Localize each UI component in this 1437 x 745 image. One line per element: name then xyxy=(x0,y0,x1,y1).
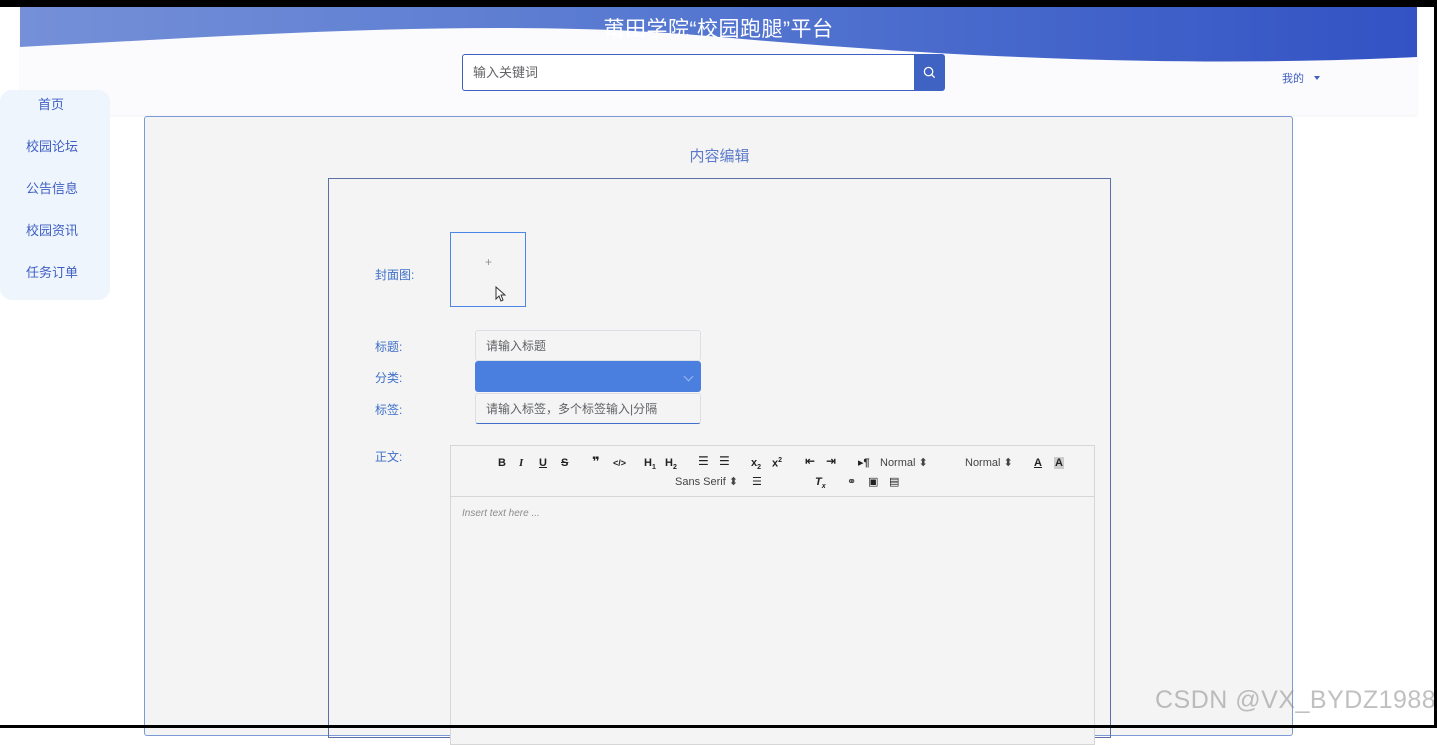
background-color-icon[interactable]: A xyxy=(1054,457,1064,469)
editor-toolbar: B I U S ❞ </> H1 H2 ☰ ☰ x2 x2 ⇤ ⇥ ▸¶ Nor… xyxy=(451,446,1094,497)
blockquote-icon[interactable]: ❞ xyxy=(592,455,600,468)
subscript-icon[interactable]: x2 xyxy=(751,457,761,474)
editor-content[interactable]: Insert text here ... xyxy=(462,508,540,519)
clear-format-icon[interactable]: Tx xyxy=(815,476,826,493)
text-direction-icon[interactable]: ▸¶ xyxy=(858,457,870,469)
strikethrough-icon[interactable]: S xyxy=(561,457,568,469)
tags-placeholder: 请输入标签，多个标签输入|分隔 xyxy=(486,402,658,416)
title-label: 标题: xyxy=(375,340,403,354)
category-select[interactable] xyxy=(475,361,701,392)
bold-icon[interactable]: B xyxy=(498,457,506,469)
superscript-icon[interactable]: x2 xyxy=(772,455,782,470)
site-header: 莆田学院“校园跑腿”平台 我的 xyxy=(20,7,1417,115)
content-panel: 内容编辑 封面图: + 标题: 请输入标题 分类: 标签: 请输入标签，多个标签… xyxy=(144,116,1293,745)
outdent-icon[interactable]: ⇤ xyxy=(805,455,815,467)
link-icon[interactable]: ⚭ xyxy=(847,476,856,488)
size-select-value: Normal xyxy=(965,457,1001,469)
underline-icon[interactable]: U xyxy=(539,457,547,469)
cover-upload[interactable]: + xyxy=(450,232,526,307)
sidebar-item-home[interactable]: 首页 xyxy=(38,94,78,113)
editor-placeholder: Insert text here ... xyxy=(462,508,540,519)
video-icon[interactable]: ▤ xyxy=(889,476,899,488)
tags-label: 标签: xyxy=(375,403,403,417)
sidebar-item-label: 公告信息 xyxy=(26,181,79,196)
sidebar-item-forum[interactable]: 校园论坛 xyxy=(26,136,96,155)
header-select-value: Normal xyxy=(880,457,916,469)
user-menu[interactable]: 我的 xyxy=(1282,70,1320,86)
align-icon[interactable]: ☰ xyxy=(752,476,762,488)
heading-1-icon[interactable]: H1 xyxy=(644,457,656,474)
user-menu-label: 我的 xyxy=(1282,73,1304,85)
page-title: 内容编辑 xyxy=(689,148,750,165)
italic-icon[interactable]: I xyxy=(519,457,523,469)
ordered-list-icon[interactable]: ☰ xyxy=(698,455,709,467)
category-label: 分类: xyxy=(375,371,403,385)
body-label: 正文: xyxy=(375,450,403,464)
sidebar-item-label: 任务订单 xyxy=(26,265,79,280)
title-input[interactable]: 请输入标题 xyxy=(475,330,701,361)
sidebar-item-label: 首页 xyxy=(38,97,65,112)
search-input[interactable] xyxy=(462,54,915,91)
font-select-value: Sans Serif xyxy=(675,476,726,488)
indent-icon[interactable]: ⇥ xyxy=(826,455,836,467)
rich-text-editor: B I U S ❞ </> H1 H2 ☰ ☰ x2 x2 ⇤ ⇥ ▸¶ Nor… xyxy=(450,445,1095,745)
image-icon[interactable]: ▣ xyxy=(868,476,878,488)
search-icon xyxy=(923,66,936,79)
title-placeholder: 请输入标题 xyxy=(486,339,547,353)
mouse-pointer-icon xyxy=(495,286,506,302)
screen-top-edge xyxy=(0,0,1437,7)
sidebar-item-label: 校园资讯 xyxy=(26,223,79,238)
search-bar xyxy=(462,54,945,91)
text-color-icon[interactable]: A xyxy=(1034,457,1042,469)
sidebar-nav: 首页 校园论坛 公告信息 校园资讯 任务订单 xyxy=(0,90,110,300)
chevron-down-icon xyxy=(683,371,694,382)
sidebar-item-orders[interactable]: 任务订单 xyxy=(26,262,96,281)
watermark: CSDN @VX_BYDZ1988 xyxy=(1155,686,1437,714)
caret-down-icon xyxy=(1314,76,1320,80)
bullet-list-icon[interactable]: ☰ xyxy=(719,455,730,467)
header-select[interactable]: Normal ⬍ xyxy=(880,457,928,469)
plus-icon: + xyxy=(485,255,493,269)
site-title: 莆田学院“校园跑腿”平台 xyxy=(603,18,834,41)
sidebar-item-notice[interactable]: 公告信息 xyxy=(26,178,96,197)
font-select[interactable]: Sans Serif ⬍ xyxy=(675,476,738,488)
cover-label: 封面图: xyxy=(375,268,415,282)
sidebar-item-news[interactable]: 校园资讯 xyxy=(26,220,96,239)
sidebar-item-label: 校园论坛 xyxy=(26,139,79,154)
code-block-icon[interactable]: </> xyxy=(613,457,626,469)
edit-form: 封面图: + 标题: 请输入标题 分类: 标签: 请输入标签，多个标签输入|分隔… xyxy=(328,178,1111,745)
search-button[interactable] xyxy=(914,54,945,91)
size-select[interactable]: Normal ⬍ xyxy=(965,457,1013,469)
heading-2-icon[interactable]: H2 xyxy=(665,457,677,474)
tags-input[interactable]: 请输入标签，多个标签输入|分隔 xyxy=(475,393,701,424)
